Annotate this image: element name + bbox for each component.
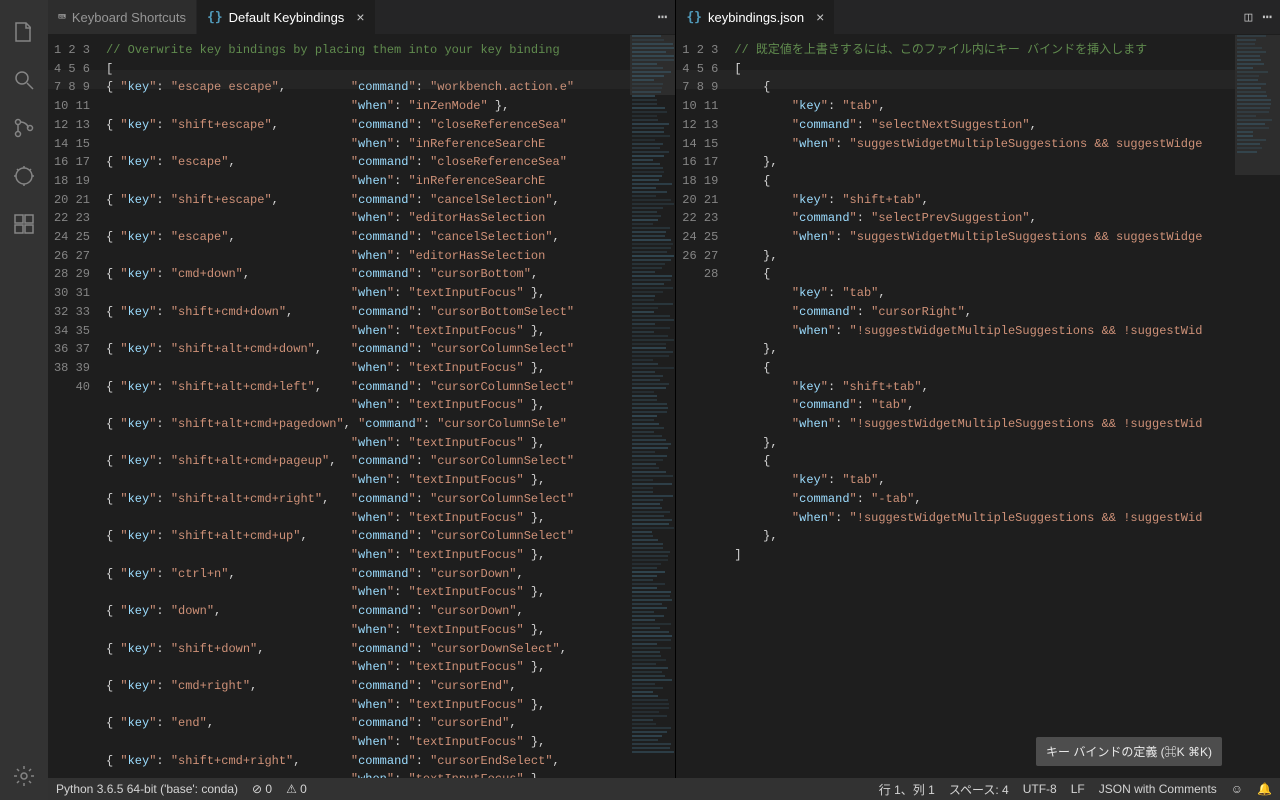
status-ln-col[interactable]: 行 1、列 1 [879, 781, 935, 798]
line-gutter: 1 2 3 4 5 6 7 8 9 10 11 12 13 14 15 16 1… [48, 35, 100, 778]
more-icon[interactable]: ⋯ [1262, 7, 1272, 27]
extensions-icon[interactable] [0, 200, 48, 248]
keyboard-icon: ⌨ [58, 10, 66, 25]
json-icon: {} [686, 10, 702, 25]
tab-label: keybindings.json [708, 10, 804, 25]
debug-icon[interactable] [0, 152, 48, 200]
code-area[interactable]: // Overwrite key bindings by placing the… [100, 35, 630, 778]
split-editor-icon[interactable]: ◫ [1245, 10, 1253, 25]
status-errors[interactable]: ⊘ 0 [252, 782, 272, 796]
status-language[interactable]: JSON with Comments [1099, 782, 1217, 796]
editor-pane-left: ⌨ Keyboard Shortcuts {} Default Keybindings… [48, 0, 676, 778]
status-eol[interactable]: LF [1071, 782, 1085, 796]
tabstrip-left: ⌨ Keyboard Shortcuts {} Default Keybindings… [48, 0, 675, 35]
tab-default-keybindings[interactable]: {} Default Keybindings × [197, 0, 375, 34]
status-warnings[interactable]: ⚠ 0 [286, 782, 307, 796]
more-icon[interactable]: ⋯ [658, 7, 668, 27]
json-icon: {} [207, 10, 223, 25]
tabstrip-right: {} keybindings.json × ◫ ⋯ [676, 0, 1280, 35]
source-control-icon[interactable] [0, 104, 48, 152]
status-bar: Python 3.6.5 64-bit ('base': conda) ⊘ 0 … [48, 778, 1280, 800]
activity-bar [0, 0, 48, 800]
files-icon[interactable] [0, 8, 48, 56]
status-python[interactable]: Python 3.6.5 64-bit ('base': conda) [56, 782, 238, 796]
tab-keyboard-shortcuts[interactable]: ⌨ Keyboard Shortcuts [48, 0, 197, 34]
editor-pane-right: {} keybindings.json × ◫ ⋯ 1 2 3 4 5 6 7 8 … [676, 0, 1280, 778]
search-icon[interactable] [0, 56, 48, 104]
status-encoding[interactable]: UTF-8 [1023, 782, 1057, 796]
status-indent[interactable]: スペース: 4 [949, 781, 1009, 798]
code-area[interactable]: // 既定値を上書きするには、このファイル内にキー バインドを挿入します [ {… [728, 35, 1235, 778]
close-icon[interactable]: × [816, 9, 824, 25]
tab-keybindings-json[interactable]: {} keybindings.json × [676, 0, 835, 34]
editor-right[interactable]: 1 2 3 4 5 6 7 8 9 10 11 12 13 14 15 16 1… [676, 35, 1280, 778]
define-keybinding-button[interactable]: キー バインドの定義 (⌘K ⌘K) [1036, 737, 1222, 766]
minimap[interactable] [1235, 35, 1280, 778]
editor-left[interactable]: 1 2 3 4 5 6 7 8 9 10 11 12 13 14 15 16 1… [48, 35, 675, 778]
tab-label: Default Keybindings [229, 10, 345, 25]
feedback-icon[interactable]: ☺ [1231, 782, 1243, 796]
minimap[interactable] [630, 35, 675, 778]
bell-icon[interactable]: 🔔 [1257, 782, 1272, 796]
tab-label: Keyboard Shortcuts [72, 10, 186, 25]
close-icon[interactable]: × [356, 9, 364, 25]
line-gutter: 1 2 3 4 5 6 7 8 9 10 11 12 13 14 15 16 1… [676, 35, 728, 778]
gear-icon[interactable] [0, 752, 48, 800]
